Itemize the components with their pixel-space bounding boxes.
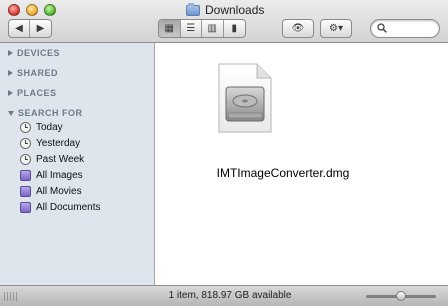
sidebar-item-label: All Documents: [36, 201, 101, 213]
finder-window: Downloads ◀ ▶ ▦ ☰ ▥ ▮ 👁 ⚙▾ DEVICES SHARE…: [0, 0, 448, 306]
smart-folder-icon: [20, 201, 31, 213]
icon-view-button[interactable]: ▦: [159, 20, 181, 37]
sidebar-item-label: All Movies: [36, 185, 82, 197]
section-label: SHARED: [17, 68, 59, 78]
sidebar-item-all-images[interactable]: All Images: [20, 168, 83, 182]
status-text: 1 item, 818.97 GB available: [168, 290, 292, 301]
disclosure-right-icon: [8, 50, 13, 56]
coverflow-view-button[interactable]: ▮: [224, 20, 245, 37]
sidebar-section-places[interactable]: PLACES: [8, 86, 57, 100]
gear-icon: ⚙▾: [329, 23, 343, 34]
view-mode-segment: ▦ ☰ ▥ ▮: [158, 19, 246, 38]
sidebar-item-label: All Images: [36, 169, 83, 181]
section-label: SEARCH FOR: [18, 108, 83, 118]
section-label: PLACES: [17, 88, 57, 98]
search-input[interactable]: [389, 21, 437, 36]
window-title-text: Downloads: [205, 3, 265, 17]
slider-knob[interactable]: [396, 291, 406, 301]
disclosure-down-icon: [8, 110, 14, 116]
folder-icon: [186, 2, 200, 16]
section-label: DEVICES: [17, 48, 61, 58]
column-view-button[interactable]: ▥: [202, 20, 224, 37]
sidebar-section-shared[interactable]: SHARED: [8, 66, 58, 80]
minimize-button[interactable]: [26, 4, 38, 16]
sidebar-item-label: Yesterday: [36, 137, 81, 149]
window-title: Downloads: [186, 2, 264, 18]
sidebar: DEVICES SHARED PLACES SEARCH FOR Today Y…: [0, 43, 155, 285]
clock-icon: [20, 121, 31, 133]
forward-button[interactable]: ▶: [30, 20, 51, 37]
navigation-segment: ◀ ▶: [8, 19, 52, 38]
sidebar-item-label: Today: [36, 121, 63, 133]
search-icon: [377, 23, 387, 33]
clock-icon: [20, 137, 31, 149]
disclosure-right-icon: [8, 70, 13, 76]
back-button[interactable]: ◀: [9, 20, 31, 37]
sidebar-item-label: Past Week: [36, 153, 85, 165]
sidebar-section-search-for[interactable]: SEARCH FOR: [8, 106, 83, 120]
smart-folder-icon: [20, 169, 31, 181]
icon-size-slider[interactable]: [366, 291, 436, 301]
clock-icon: [20, 153, 31, 165]
disk-image-icon[interactable]: [217, 63, 273, 133]
eye-icon: 👁: [291, 23, 305, 34]
close-button[interactable]: [8, 4, 20, 16]
sidebar-item-past-week[interactable]: Past Week: [20, 152, 84, 166]
resize-grip-icon[interactable]: [4, 292, 18, 301]
disclosure-right-icon: [8, 90, 13, 96]
sidebar-item-yesterday[interactable]: Yesterday: [20, 136, 80, 150]
list-view-button[interactable]: ☰: [181, 20, 202, 37]
zoom-button[interactable]: [44, 4, 56, 16]
file-browser: IMTImageConverter.dmg: [155, 43, 448, 285]
sidebar-item-today[interactable]: Today: [20, 120, 63, 134]
title-bar: Downloads ◀ ▶ ▦ ☰ ▥ ▮ 👁 ⚙▾: [0, 0, 448, 43]
sidebar-section-devices[interactable]: DEVICES: [8, 46, 60, 60]
search-field[interactable]: [370, 19, 440, 38]
quicklook-button[interactable]: 👁: [282, 19, 314, 38]
sidebar-item-all-movies[interactable]: All Movies: [20, 184, 82, 198]
sidebar-item-all-documents[interactable]: All Documents: [20, 200, 100, 214]
smart-folder-icon: [20, 185, 31, 197]
status-bar: 1 item, 818.97 GB available: [0, 285, 448, 306]
file-name-label[interactable]: IMTImageConverter.dmg: [155, 166, 411, 180]
action-menu-button[interactable]: ⚙▾: [320, 19, 352, 38]
